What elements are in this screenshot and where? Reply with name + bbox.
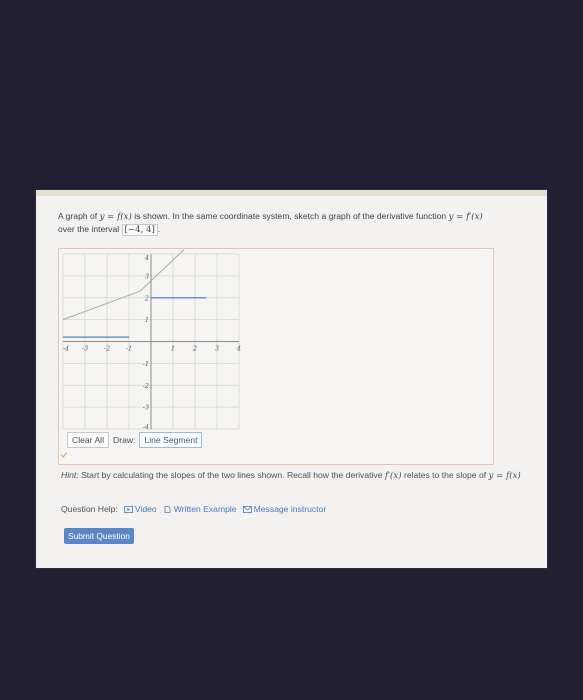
y-tick-label: 4 bbox=[144, 254, 149, 262]
x-tick-label: 4 bbox=[236, 345, 241, 353]
line-segment-button[interactable]: Line Segment bbox=[139, 432, 203, 448]
x-tick-label: 2 bbox=[192, 345, 197, 353]
y-tick-label: -2 bbox=[143, 382, 149, 390]
draw-label: Draw: bbox=[113, 435, 136, 445]
interval-value: −4, 4 bbox=[127, 225, 152, 235]
check-icon bbox=[61, 452, 67, 458]
prompt-text: over the interval bbox=[58, 224, 120, 234]
x-tick-label: -2 bbox=[104, 345, 110, 353]
graph-toolbar: Clear All Draw: Line Segment bbox=[67, 432, 205, 448]
prompt-text: is shown. In the same coordinate system,… bbox=[134, 211, 447, 221]
video-icon bbox=[123, 505, 133, 513]
prompt-text: A graph of bbox=[58, 211, 98, 221]
message-instructor-label: Message instructor bbox=[253, 504, 327, 514]
video-link[interactable]: Video bbox=[123, 504, 157, 514]
equation-f: y = f(x) bbox=[99, 212, 132, 222]
y-tick-label: 1 bbox=[145, 316, 149, 324]
hint-equation-fprime: f′(x) bbox=[384, 471, 402, 481]
written-example-link[interactable]: Written Example bbox=[163, 504, 237, 514]
y-tick-label: 3 bbox=[145, 272, 149, 280]
x-tick-label: -1 bbox=[126, 345, 132, 353]
x-tick-label: 1 bbox=[171, 345, 175, 353]
y-tick-label: -3 bbox=[143, 404, 149, 412]
written-example-label: Written Example bbox=[173, 504, 237, 514]
submit-question-button[interactable]: Submit Question bbox=[64, 528, 134, 544]
prompt-end: . bbox=[157, 224, 161, 234]
y-tick-label: -4 bbox=[143, 423, 149, 431]
x-tick-label: -4 bbox=[63, 345, 69, 353]
given-function-line bbox=[62, 249, 185, 321]
x-tick-label: -3 bbox=[82, 345, 88, 353]
hint-label: Hint: bbox=[61, 470, 79, 480]
clear-all-button[interactable]: Clear All bbox=[67, 432, 109, 448]
equation-fprime: y = f′(x) bbox=[448, 212, 483, 222]
hint-text: Hint: Start by calculating the slopes of… bbox=[61, 469, 521, 482]
question-help-label: Question Help: bbox=[61, 504, 118, 514]
message-instructor-link[interactable]: Message instructor bbox=[242, 504, 327, 514]
question-prompt: A graph of y = f(x) is shown. In the sam… bbox=[58, 210, 498, 236]
hint-body: relates to the slope of bbox=[403, 470, 487, 480]
browser-screen: A graph of y = f(x) is shown. In the sam… bbox=[36, 190, 547, 568]
question-help: Question Help: Video Written Example Mes… bbox=[61, 504, 326, 514]
video-link-label: Video bbox=[134, 504, 157, 514]
document-icon bbox=[164, 505, 171, 513]
hint-body: Start by calculating the slopes of the t… bbox=[81, 470, 383, 480]
x-tick-label: 3 bbox=[215, 345, 219, 353]
hint-equation-f: y = f(x) bbox=[488, 471, 521, 481]
envelope-icon bbox=[242, 505, 252, 513]
y-tick-label: 2 bbox=[144, 294, 149, 302]
top-strip bbox=[36, 190, 547, 196]
interval-box: [−4, 4] bbox=[121, 224, 158, 236]
y-tick-label: -1 bbox=[143, 360, 149, 368]
